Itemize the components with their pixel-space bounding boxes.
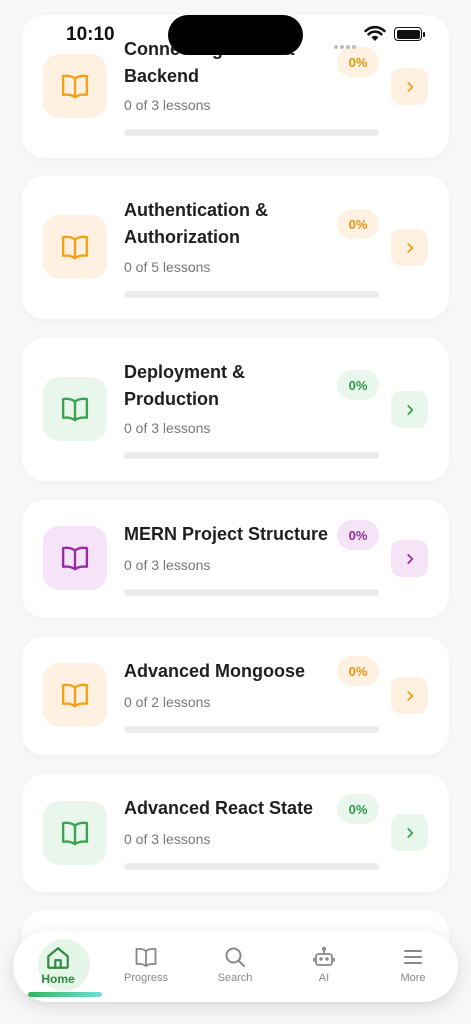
course-title: Deployment & Production (124, 362, 246, 409)
lesson-count: 0 of 3 lessons (124, 97, 211, 113)
tab-label: More (400, 972, 426, 984)
lesson-count: 0 of 3 lessons (124, 557, 211, 573)
course-card[interactable]: Advanced React State 0 of 3 lessons 0% (22, 774, 449, 892)
book-icon (135, 947, 157, 967)
home-icon (47, 947, 69, 969)
book-icon (43, 663, 107, 727)
course-card[interactable]: Authentication & Authorization 0 of 5 le… (22, 176, 449, 319)
tab-search[interactable]: Search (196, 931, 274, 1002)
progress-bar (124, 291, 379, 298)
tab-more[interactable]: More (374, 931, 452, 1002)
progress-bar (124, 589, 379, 596)
lesson-count: 0 of 3 lessons (124, 831, 211, 847)
tab-label: Progress (123, 972, 169, 984)
open-course-button[interactable] (391, 814, 428, 851)
tab-progress[interactable]: Progress (107, 931, 185, 1002)
lesson-count: 0 of 5 lessons (124, 259, 211, 275)
search-icon (225, 947, 245, 967)
menu-icon (404, 950, 422, 964)
book-icon (43, 215, 107, 279)
active-tab-indicator (28, 992, 102, 997)
progress-bar (124, 129, 379, 136)
course-title: Advanced React State (124, 798, 314, 818)
tab-ai[interactable]: AI (285, 931, 363, 1002)
battery-icon (394, 27, 425, 41)
percent-badge: 0% (337, 794, 379, 824)
course-title: Advanced Mongoose (124, 661, 306, 681)
progress-bar (124, 452, 379, 459)
percent-badge: 0% (337, 520, 379, 550)
open-course-button[interactable] (391, 68, 428, 105)
open-course-button[interactable] (391, 540, 428, 577)
course-card[interactable]: Advanced Mongoose 0 of 2 lessons 0% (22, 637, 449, 755)
progress-bar (124, 863, 379, 870)
open-course-button[interactable] (391, 229, 428, 266)
percent-badge: 0% (337, 209, 379, 239)
status-time: 10:10 (66, 24, 115, 45)
lesson-count: 0 of 2 lessons (124, 694, 211, 710)
course-title: MERN Project Structure (124, 524, 329, 544)
course-title: Authentication & Authorization (124, 200, 268, 247)
status-bar: 10:10 (0, 0, 471, 60)
progress-bar (124, 726, 379, 733)
book-icon (43, 54, 107, 118)
tab-label: Search (217, 972, 253, 984)
open-course-button[interactable] (391, 391, 428, 428)
percent-badge: 0% (337, 656, 379, 686)
book-icon (43, 526, 107, 590)
open-course-button[interactable] (391, 677, 428, 714)
tab-label: Home (41, 972, 75, 986)
lesson-count: 0 of 3 lessons (124, 420, 211, 436)
tab-label: AI (318, 972, 330, 984)
dynamic-island (168, 15, 303, 55)
wifi-icon (364, 25, 386, 41)
course-card[interactable]: MERN Project Structure 0 of 3 lessons 0% (22, 500, 449, 618)
signal-icon (334, 36, 358, 54)
percent-badge: 0% (337, 370, 379, 400)
book-icon (43, 377, 107, 441)
course-card[interactable]: Deployment & Production 0 of 3 lessons 0… (22, 338, 449, 481)
book-icon (43, 801, 107, 865)
robot-icon (313, 946, 335, 966)
